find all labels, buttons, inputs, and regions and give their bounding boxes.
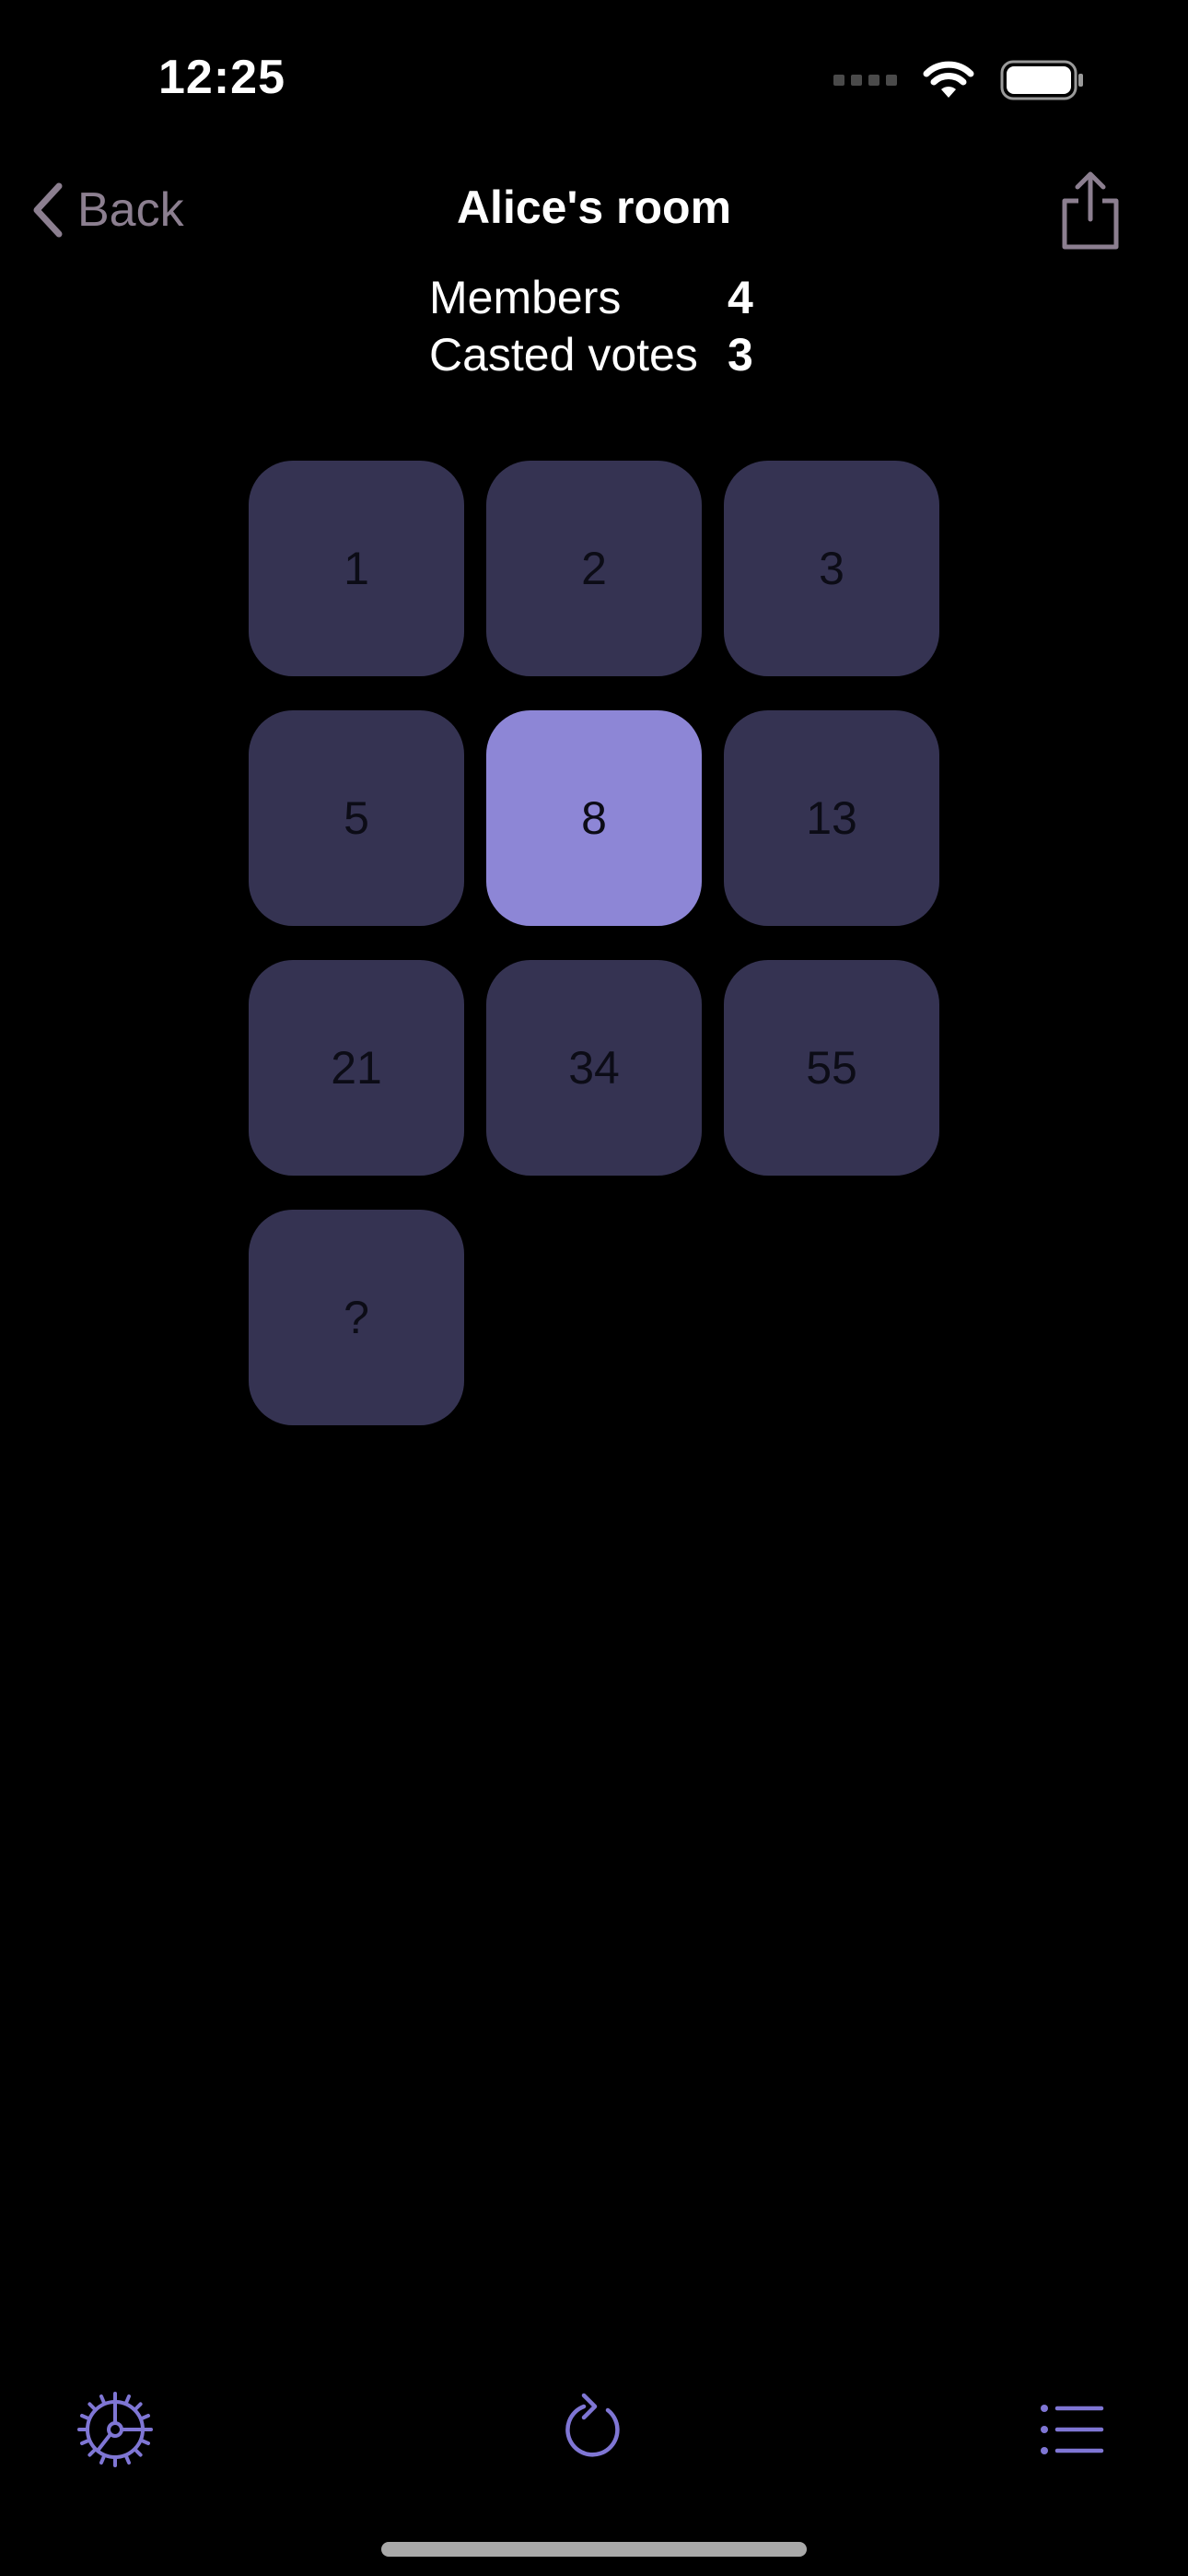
settings-icon <box>77 2392 153 2467</box>
status-icons <box>833 57 1085 103</box>
card-21[interactable]: 21 <box>249 960 464 1176</box>
share-button[interactable] <box>1054 170 1127 252</box>
members-count: 4 <box>728 272 753 323</box>
card-34[interactable]: 34 <box>486 960 702 1176</box>
card-13[interactable]: 13 <box>724 710 939 926</box>
card-3[interactable]: 3 <box>724 461 939 676</box>
room-stats: Members 4 Casted votes 3 <box>429 269 753 383</box>
battery-icon <box>1000 60 1083 100</box>
refresh-button[interactable] <box>553 2388 635 2471</box>
refresh-icon <box>565 2393 620 2457</box>
card-8[interactable]: 8 <box>486 710 702 926</box>
card-55[interactable]: 55 <box>724 960 939 1176</box>
votes-row: Casted votes 3 <box>429 326 753 383</box>
wifi-icon <box>923 61 974 98</box>
members-row: Members 4 <box>429 269 753 326</box>
cellular-signal-icon <box>833 75 897 86</box>
card-1[interactable]: 1 <box>249 461 464 676</box>
card-unknown[interactable]: ? <box>249 1210 464 1425</box>
status-time: 12:25 <box>158 51 285 104</box>
home-indicator[interactable] <box>381 2542 807 2557</box>
settings-button[interactable] <box>74 2388 157 2471</box>
votes-label: Casted votes <box>429 329 698 381</box>
list-icon <box>1041 2405 1104 2454</box>
share-icon <box>1062 171 1119 250</box>
members-label: Members <box>429 272 622 323</box>
page-title: Alice's room <box>456 181 732 233</box>
list-button[interactable] <box>1031 2388 1114 2471</box>
votes-count: 3 <box>728 329 753 381</box>
card-2[interactable]: 2 <box>486 461 702 676</box>
card-5[interactable]: 5 <box>249 710 464 926</box>
card-grid: 1 2 3 5 8 13 21 34 55 ? <box>249 461 939 1425</box>
